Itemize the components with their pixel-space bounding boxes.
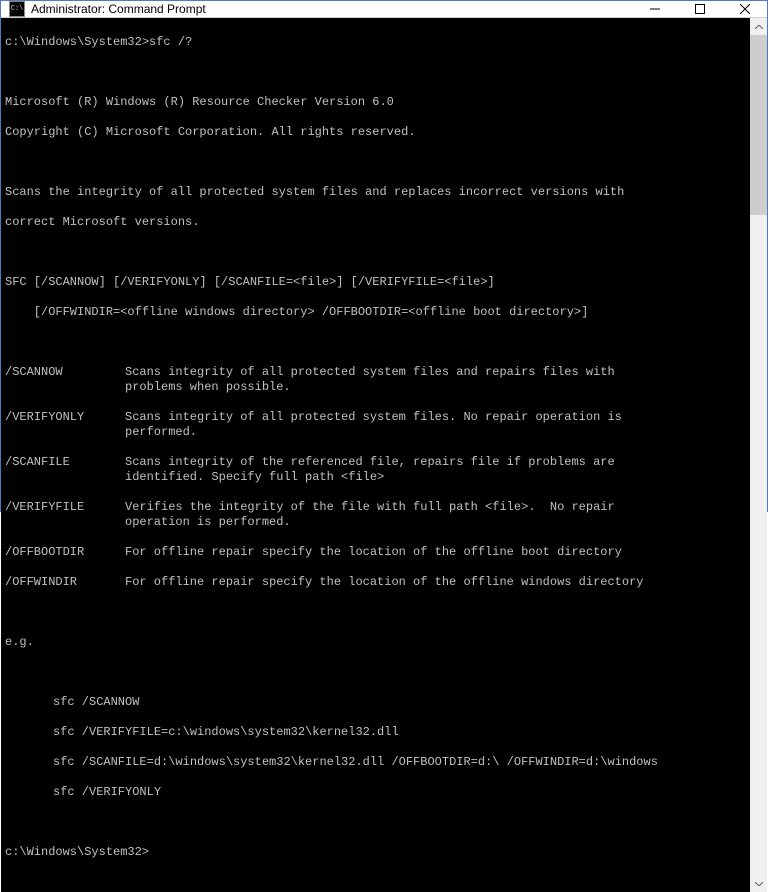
example-line: sfc /VERIFYFILE=c:\windows\system32\kern…: [5, 725, 746, 740]
blank-line: [5, 335, 746, 350]
option-desc: Scans integrity of all protected system …: [125, 410, 746, 440]
window-title: Administrator: Command Prompt: [31, 2, 632, 16]
close-button[interactable]: [722, 1, 767, 17]
scroll-up-button[interactable]: [750, 18, 767, 35]
option-desc: Verifies the integrity of the file with …: [125, 500, 746, 530]
scroll-thumb[interactable]: [750, 35, 767, 215]
output-line: Scans the integrity of all protected sys…: [5, 185, 746, 200]
minimize-icon: [650, 4, 660, 14]
terminal-output[interactable]: c:\Windows\System32>sfc /? Microsoft (R)…: [1, 18, 750, 892]
maximize-icon: [695, 4, 705, 14]
blank-line: [5, 245, 746, 260]
output-line: Microsoft (R) Windows (R) Resource Check…: [5, 95, 746, 110]
window-controls: [632, 1, 767, 17]
option-row: /VERIFYONLYScans integrity of all protec…: [5, 410, 746, 440]
option-name: /SCANNOW: [5, 365, 125, 395]
command-prompt-window: C:\ Administrator: Command Prompt c:\Win…: [0, 0, 768, 512]
titlebar[interactable]: C:\ Administrator: Command Prompt: [1, 1, 767, 18]
option-name: /VERIFYONLY: [5, 410, 125, 440]
example-line: sfc /SCANNOW: [5, 695, 746, 710]
option-desc: Scans integrity of all protected system …: [125, 365, 746, 395]
example-line: sfc /SCANFILE=d:\windows\system32\kernel…: [5, 755, 746, 770]
option-desc: For offline repair specify the location …: [125, 575, 746, 590]
blank-line: [5, 605, 746, 620]
option-row: /OFFBOOTDIRFor offline repair specify th…: [5, 545, 746, 560]
option-name: /VERIFYFILE: [5, 500, 125, 530]
option-desc: Scans integrity of the referenced file, …: [125, 455, 746, 485]
vertical-scrollbar[interactable]: [750, 18, 767, 892]
blank-line: [5, 665, 746, 680]
option-name: /SCANFILE: [5, 455, 125, 485]
option-name: /OFFWINDIR: [5, 575, 125, 590]
output-line: Copyright (C) Microsoft Corporation. All…: [5, 125, 746, 140]
minimize-button[interactable]: [632, 1, 677, 17]
option-row: /OFFWINDIRFor offline repair specify the…: [5, 575, 746, 590]
output-line: SFC [/SCANNOW] [/VERIFYONLY] [/SCANFILE=…: [5, 275, 746, 290]
option-row: /VERIFYFILEVerifies the integrity of the…: [5, 500, 746, 530]
scroll-track[interactable]: [750, 35, 767, 875]
option-desc: For offline repair specify the location …: [125, 545, 746, 560]
maximize-button[interactable]: [677, 1, 722, 17]
option-row: /SCANNOWScans integrity of all protected…: [5, 365, 746, 395]
output-line: e.g.: [5, 635, 746, 650]
chevron-up-icon: [755, 25, 763, 29]
close-icon: [740, 4, 750, 14]
prompt-line: c:\Windows\System32>sfc /?: [5, 35, 746, 50]
client-area: c:\Windows\System32>sfc /? Microsoft (R)…: [1, 18, 767, 892]
option-row: /SCANFILEScans integrity of the referenc…: [5, 455, 746, 485]
blank-line: [5, 815, 746, 830]
output-line: [/OFFWINDIR=<offline windows directory> …: [5, 305, 746, 320]
chevron-down-icon: [755, 882, 763, 886]
app-icon: C:\: [9, 1, 25, 17]
blank-line: [5, 155, 746, 170]
prompt-line: c:\Windows\System32>: [5, 845, 746, 860]
option-name: /OFFBOOTDIR: [5, 545, 125, 560]
scroll-down-button[interactable]: [750, 875, 767, 892]
example-line: sfc /VERIFYONLY: [5, 785, 746, 800]
output-line: correct Microsoft versions.: [5, 215, 746, 230]
blank-line: [5, 65, 746, 80]
